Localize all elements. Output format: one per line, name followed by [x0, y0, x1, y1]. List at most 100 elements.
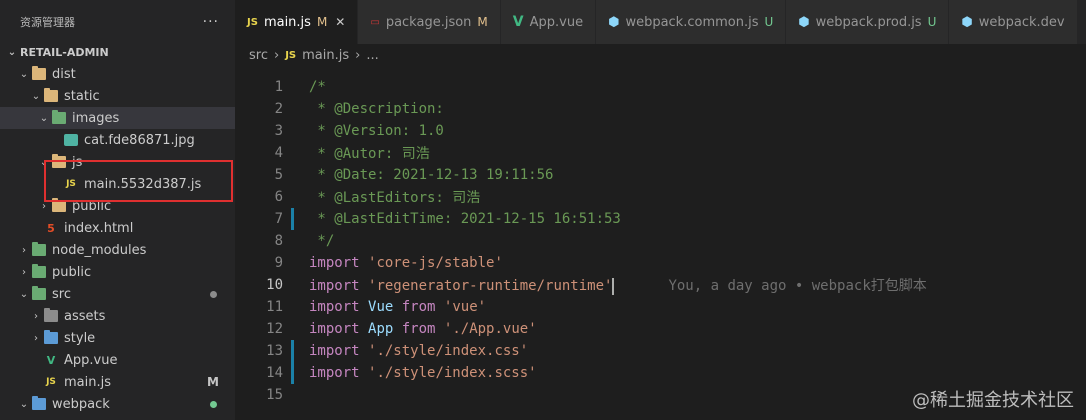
webpack-file-icon: ⬢ [961, 14, 973, 30]
breadcrumb-file[interactable]: main.js [302, 48, 349, 63]
code-string: './App.vue' [443, 321, 537, 337]
line-number: 7 [274, 211, 283, 227]
code-comment: * @Date: 2021-12-13 19:11:56 [309, 167, 554, 183]
line-number: 8 [274, 233, 283, 249]
code-comment: /* [309, 79, 326, 95]
tab-main-js[interactable]: JS main.js M ✕ [235, 0, 359, 44]
modified-badge: M [316, 15, 328, 29]
node-folder-icon [32, 242, 46, 256]
tab-app-vue[interactable]: V App.vue [500, 0, 597, 44]
vue-file-icon: V [512, 14, 524, 30]
assets-folder-icon [44, 308, 58, 322]
line-number: 9 [274, 255, 283, 271]
tree-folder-public[interactable]: › public [0, 261, 235, 283]
chevron-down-icon: ⌄ [31, 90, 41, 102]
line-number: 4 [274, 145, 283, 161]
tree-folder-assets[interactable]: › assets [0, 305, 235, 327]
chevron-down-icon: ⌄ [7, 46, 17, 58]
js-file-icon: JS [46, 377, 56, 387]
code-editor[interactable]: 1/* 2 * @Description: 3 * @Version: 1.0 … [235, 76, 1086, 420]
tree-folder-style[interactable]: › style [0, 327, 235, 349]
tree-folder-src[interactable]: ⌄ src [0, 283, 235, 305]
chevron-right-icon: › [273, 47, 280, 63]
tree-file-app-vue[interactable]: V App.vue [0, 349, 235, 371]
js-file-icon: JS [285, 49, 297, 61]
tab-webpack-common-js[interactable]: ⬢ webpack.common.js U [596, 0, 787, 44]
js-file-icon: JS [247, 16, 258, 28]
tree-file-cat-jpg[interactable]: cat.fde86871.jpg [0, 129, 235, 151]
code-line: 1 /* [235, 76, 1086, 98]
code-string: 'core-js/stable' [368, 255, 503, 271]
text-cursor [612, 277, 615, 295]
code-line: 3 * @Version: 1.0 [235, 120, 1086, 142]
code-string: './style/index.scss' [368, 365, 537, 381]
code-comment: */ [309, 233, 335, 249]
code-line-current: 10 import 'regenerator-runtime/runtime' Yo… [235, 274, 1086, 296]
folder-icon [32, 66, 46, 80]
tab-label: webpack.dev [978, 14, 1065, 30]
git-modified-marker [291, 208, 294, 230]
code-comment: * @Autor: 司浩 [309, 146, 430, 162]
highlight-annotation-box [44, 160, 233, 202]
explorer-header: 资源管理器 ··· [0, 0, 235, 44]
code-identifier: App [368, 321, 394, 337]
tree-file-index-html[interactable]: 5 index.html [0, 217, 235, 239]
tree-item-label: cat.fde86871.jpg [84, 132, 195, 148]
line-number: 1 [274, 79, 283, 95]
code-comment: * @Description: [309, 101, 444, 117]
code-line: 11 import Vue from 'vue' [235, 296, 1086, 318]
line-number: 5 [274, 167, 283, 183]
line-number: 11 [266, 299, 283, 315]
line-number: 6 [274, 189, 283, 205]
webpack-folder-icon [32, 396, 46, 410]
chevron-right-icon: › [34, 310, 38, 322]
tree-item-label: main.js [64, 374, 111, 390]
tree-item-label: node_modules [52, 242, 147, 258]
tree-item-label: style [64, 330, 96, 346]
tree-item-label: src [52, 286, 71, 302]
tree-folder-images[interactable]: ⌄ images [0, 107, 235, 129]
webpack-file-icon: ⬢ [798, 14, 810, 30]
line-number: 12 [266, 321, 283, 337]
git-modified-marker [291, 340, 294, 362]
file-tree: ⌄ RETAIL-ADMIN ⌄ dist ⌄ static ⌄ images … [0, 41, 235, 415]
git-blame-annotation: You, a day ago • webpack打包脚本 [668, 278, 927, 294]
tree-folder-node-modules[interactable]: › node_modules [0, 239, 235, 261]
breadcrumb: src › JS main.js › ... [235, 44, 1086, 66]
tree-root-retail-admin[interactable]: ⌄ RETAIL-ADMIN [0, 41, 235, 63]
code-comment: * @LastEditTime: 2021-12-15 16:51:53 [309, 211, 621, 227]
more-actions-icon[interactable]: ··· [203, 14, 219, 30]
code-comment: * @Version: 1.0 [309, 123, 444, 139]
tree-folder-webpack[interactable]: ⌄ webpack [0, 393, 235, 415]
code-keyword: import [309, 321, 360, 337]
tree-folder-dist[interactable]: ⌄ dist [0, 63, 235, 85]
breadcrumb-folder[interactable]: src [249, 48, 268, 63]
code-line: 5 * @Date: 2021-12-13 19:11:56 [235, 164, 1086, 186]
code-string: 'regenerator-runtime/runtime' [368, 278, 613, 294]
watermark-text: @稀土掘金技术社区 [912, 390, 1074, 411]
tree-file-main-js[interactable]: JS main.js M [0, 371, 235, 393]
code-keyword: import [309, 365, 360, 381]
editor-tabs: JS main.js M ✕ ▭ package.json M V App.vu… [235, 0, 1086, 44]
code-keyword: import [309, 278, 360, 294]
chevron-right-icon: › [355, 47, 361, 63]
tab-webpack-prod-js[interactable]: ⬢ webpack.prod.js U [786, 0, 950, 44]
code-string: 'vue' [443, 299, 487, 315]
vue-file-icon: V [46, 353, 56, 367]
tab-label: webpack.common.js [625, 14, 759, 30]
public-folder-icon [32, 264, 46, 278]
tree-item-label: images [72, 110, 120, 126]
tab-webpack-dev[interactable]: ⬢ webpack.dev [949, 0, 1078, 44]
tab-package-json[interactable]: ▭ package.json M [358, 0, 501, 44]
tree-folder-static[interactable]: ⌄ static [0, 85, 235, 107]
breadcrumb-symbol[interactable]: ... [366, 48, 378, 63]
line-number: 10 [266, 277, 283, 293]
code-keyword: import [309, 299, 360, 315]
close-icon[interactable]: ✕ [335, 15, 345, 29]
code-line: 8 */ [235, 230, 1086, 252]
tree-item-label: RETAIL-ADMIN [20, 45, 109, 59]
chevron-right-icon: › [22, 266, 26, 278]
chevron-right-icon: › [22, 244, 26, 256]
status-dot [210, 290, 217, 298]
tab-label: main.js [263, 14, 311, 30]
